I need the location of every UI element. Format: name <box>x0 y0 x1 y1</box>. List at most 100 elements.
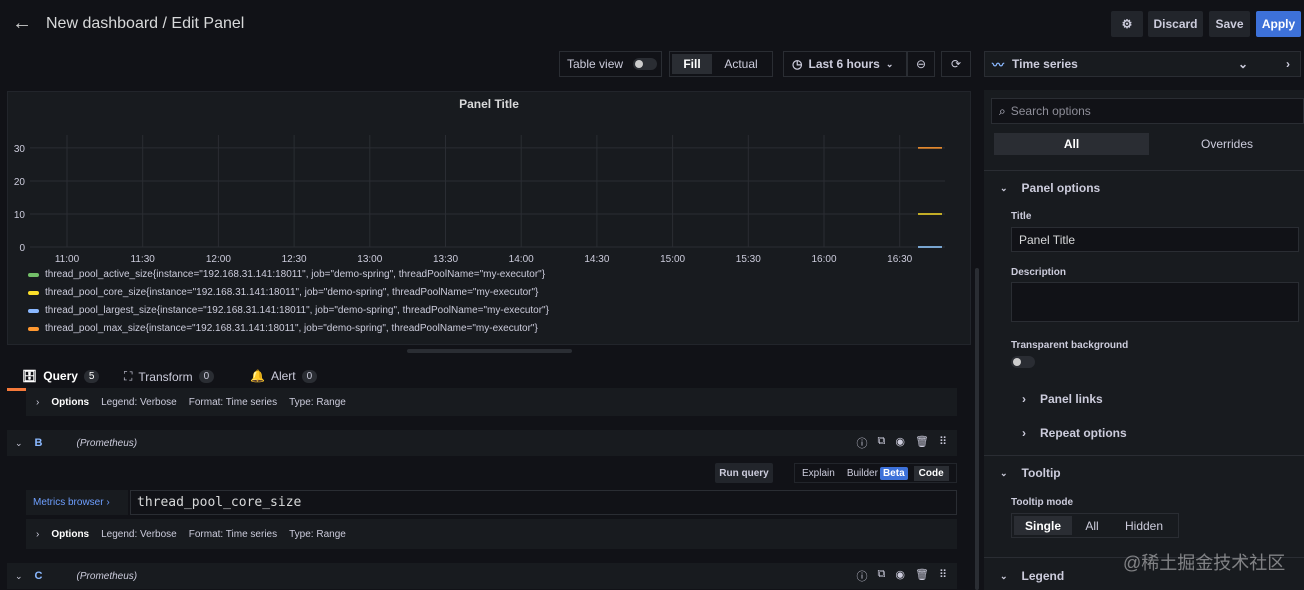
x-tick-label: 16:00 <box>811 254 836 265</box>
help-icon[interactable]: ⓘ <box>857 568 868 584</box>
settings-button[interactable]: ⚙ <box>1111 11 1143 37</box>
query-options-a[interactable]: › Options Legend: Verbose Format: Time seri… <box>26 388 957 416</box>
drag-handle-icon[interactable]: ⠿ <box>939 435 947 451</box>
x-tick-label: 11:30 <box>131 254 156 265</box>
legend-swatch <box>28 290 39 295</box>
table-view-toggle[interactable]: Table view <box>559 51 662 77</box>
scrollbar[interactable] <box>975 268 979 590</box>
chevron-down-icon: ⌄ <box>15 570 23 581</box>
tab-transform[interactable]: ⛶ Transform 0 <box>124 369 215 384</box>
x-tick-label: 14:30 <box>584 254 609 265</box>
drag-handle-icon[interactable]: ⠿ <box>939 568 947 584</box>
chevron-down-icon: ⌄ <box>1000 182 1008 193</box>
eye-icon[interactable]: ◉ <box>895 435 905 451</box>
gear-icon: ⚙ <box>1121 17 1133 31</box>
trash-icon[interactable]: 🗑 <box>915 568 929 584</box>
query-row-c[interactable]: ⌄ C (Prometheus) ⓘ ⧉ ◉ 🗑 ⠿ <box>7 563 957 589</box>
y-tick-label: 20 <box>14 177 26 188</box>
legend-label: thread_pool_core_size{instance="192.168.… <box>45 287 539 298</box>
save-button[interactable]: Save <box>1209 11 1250 37</box>
query-row-b[interactable]: ⌄ B (Prometheus) ⓘ ⧉ ◉ 🗑 ⠿ <box>7 430 957 456</box>
y-tick-label: 0 <box>19 243 25 254</box>
watermark: @稀土掘金技术社区 <box>1123 553 1286 573</box>
y-tick-label: 10 <box>14 210 26 221</box>
section-panel-links[interactable]: › Panel links <box>1022 392 1103 406</box>
tooltip-all[interactable]: All <box>1072 516 1112 535</box>
x-tick-label: 14:00 <box>509 254 534 265</box>
page-title: New dashboard / Edit Panel <box>46 15 245 32</box>
chevron-down-icon: ⌄ <box>1237 57 1248 71</box>
code-tab[interactable]: Code <box>913 465 949 481</box>
zoom-out-icon: ⊖ <box>915 57 927 71</box>
database-icon: 🗄 <box>22 369 38 383</box>
x-tick-label: 15:00 <box>660 254 685 265</box>
chevron-right-icon: › <box>36 528 40 540</box>
actual-button[interactable]: Actual <box>712 54 770 74</box>
legend-item[interactable]: thread_pool_core_size{instance="192.168.… <box>28 287 538 298</box>
chevron-down-icon: ⌄ <box>1000 570 1008 581</box>
query-expression-input[interactable]: thread_pool_core_size <box>130 490 957 515</box>
time-range-picker[interactable]: ◷ Last 6 hours ⌄ <box>783 51 907 77</box>
panel-title: Panel Title <box>459 97 519 111</box>
builder-tab[interactable]: Builder Beta <box>847 466 908 480</box>
explain-toggle[interactable]: Explain <box>802 468 835 479</box>
legend-label: thread_pool_max_size{instance="192.168.3… <box>45 323 538 334</box>
panel-resize-handle[interactable] <box>407 349 572 353</box>
chevron-right-icon: › <box>1022 426 1026 440</box>
tooltip-single[interactable]: Single <box>1014 516 1072 535</box>
apply-button[interactable]: Apply <box>1256 11 1301 37</box>
tab-query[interactable]: 🗄 Query 5 <box>22 369 100 383</box>
legend-item[interactable]: thread_pool_active_size{instance="192.16… <box>28 269 545 280</box>
metrics-browser-button[interactable]: Metrics browser › <box>26 490 128 515</box>
x-tick-label: 16:30 <box>887 254 912 265</box>
legend-label: thread_pool_largest_size{instance="192.1… <box>45 305 549 316</box>
chevron-right-icon: › <box>1022 392 1026 406</box>
chevron-down-icon: ⌄ <box>15 437 23 448</box>
chevron-right-icon: › <box>36 396 40 408</box>
zoom-out-button[interactable]: ⊖ <box>907 51 935 77</box>
fill-button[interactable]: Fill <box>672 54 712 74</box>
legend-item[interactable]: thread_pool_largest_size{instance="192.1… <box>28 305 549 316</box>
transparent-toggle[interactable] <box>1011 356 1035 368</box>
section-legend[interactable]: ⌄ Legend <box>1000 569 1064 583</box>
chart: 0 10 20 30 11:00 11:30 12:00 12:30 13:00 13:30 14:… <box>14 135 945 265</box>
x-tick-label: 13:30 <box>433 254 458 265</box>
section-panel-options[interactable]: ⌄ Panel options <box>1000 181 1100 195</box>
legend-label: thread_pool_active_size{instance="192.16… <box>45 269 546 280</box>
clock-icon: ◷ <box>792 57 803 71</box>
eye-icon[interactable]: ◉ <box>895 568 905 584</box>
section-repeat-options[interactable]: › Repeat options <box>1022 426 1127 440</box>
run-query-button[interactable]: Run query <box>715 463 773 483</box>
help-icon[interactable]: ⓘ <box>857 435 868 451</box>
transform-icon: ⛶ <box>124 369 133 383</box>
chevron-down-icon: ⌄ <box>885 58 894 69</box>
x-tick-label: 13:00 <box>357 254 382 265</box>
search-options-input[interactable]: ⌕ Search options <box>991 98 1304 124</box>
visualization-picker[interactable]: 〰 Time series ⌄ › <box>984 51 1301 77</box>
query-options-b[interactable]: › Options Legend: Verbose Format: Time seri… <box>26 519 957 549</box>
tab-all[interactable]: All <box>994 133 1149 155</box>
back-arrow-icon[interactable]: ← <box>12 12 32 35</box>
x-tick-label: 15:30 <box>736 254 761 265</box>
discard-button[interactable]: Discard <box>1148 11 1203 37</box>
title-input[interactable]: Panel Title <box>1011 227 1299 252</box>
section-tooltip[interactable]: ⌄ Tooltip <box>1000 466 1061 480</box>
x-tick-label: 12:30 <box>282 254 307 265</box>
chevron-right-icon: › <box>1286 57 1290 71</box>
x-tick-label: 11:00 <box>55 254 80 265</box>
time-series-icon: 〰 <box>992 57 1005 72</box>
legend-swatch <box>28 272 39 277</box>
trash-icon[interactable]: 🗑 <box>915 435 929 451</box>
legend-item[interactable]: thread_pool_max_size{instance="192.168.3… <box>28 323 538 334</box>
chevron-down-icon: ⌄ <box>1000 467 1008 478</box>
duplicate-icon[interactable]: ⧉ <box>878 435 886 451</box>
duplicate-icon[interactable]: ⧉ <box>878 568 886 584</box>
refresh-button[interactable]: ⟳ <box>941 51 971 77</box>
legend-swatch <box>28 326 39 331</box>
description-textarea[interactable] <box>1011 282 1299 322</box>
bell-icon: 🔔 <box>250 369 265 383</box>
tab-alert[interactable]: 🔔 Alert 0 <box>250 369 318 383</box>
tooltip-hidden[interactable]: Hidden <box>1112 516 1176 535</box>
search-icon: ⌕ <box>999 103 1006 118</box>
tab-overrides[interactable]: Overrides <box>1150 133 1304 155</box>
